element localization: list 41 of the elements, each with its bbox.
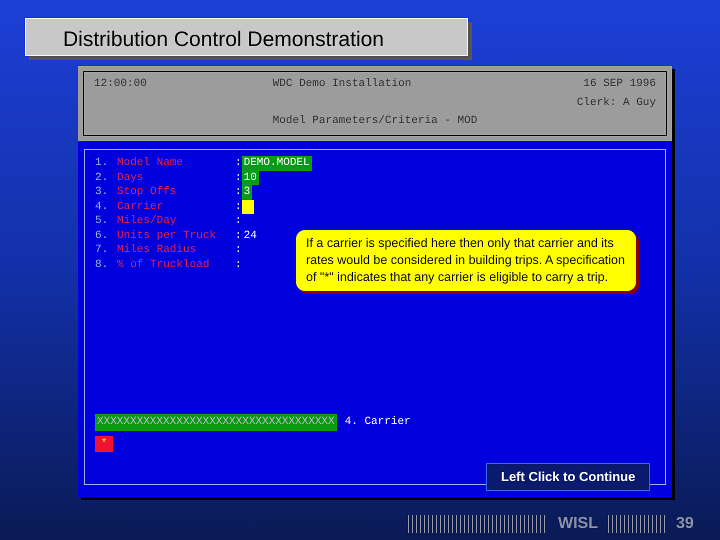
clerk-name: Clerk: A Guy [576,96,656,111]
clock-time: 12:00:00 [94,77,148,92]
input-field[interactable]: * [95,436,113,452]
text-cursor[interactable] [242,200,254,214]
field-value[interactable]: 10 [242,170,259,185]
brand-name: WISL [558,514,598,534]
field-value[interactable]: 24 [242,228,259,243]
screen-title: Model Parameters/Criteria - MOD [272,114,478,130]
field-label: Days [117,170,144,185]
field-number: 2. [95,170,110,185]
colon: : [235,214,242,228]
installation-name: WDC Demo Installation [272,77,412,92]
help-note: If a carrier is specified here then only that carrier and its rates would be considered in building trips. A specification of "*" indicates that any carrier is eligible to carry a trip. [296,230,636,291]
colon: : [235,243,242,258]
field-number: 1. [95,156,110,170]
page-number: 39 [676,514,694,534]
field-label: % of Truckload [117,258,210,272]
field-label: Model Name [117,156,184,170]
colon: : [235,228,242,243]
field-label: Stop Offs [117,185,178,200]
colon: : [235,156,242,170]
field-number: 4. [95,200,110,214]
field-number: 5. [95,214,110,228]
field-value[interactable]: 3 [242,185,252,200]
field-number: 8. [95,258,110,272]
prompt-bar: XXXXXXXXXXXXXXXXXXXXXXXXXXXXXXXXXXXX [95,414,337,430]
colon: : [235,170,242,185]
colon: : [235,258,242,272]
field-value[interactable]: DEMO.MODEL [242,156,312,170]
colon: : [235,200,242,214]
field-number: 7. [95,243,110,258]
prompt-label: 4. Carrier [344,415,411,430]
field-number: 3. [95,185,110,200]
field-label: Units per Truck [117,228,218,243]
colon: : [235,185,242,200]
field-number: 6. [95,228,110,243]
field-label: Miles/Day [117,214,178,228]
date: 16 SEP 1996 [582,77,656,92]
field-label: Carrier [117,200,164,214]
field-label: Miles Radius [117,243,198,258]
continue-button[interactable]: Left Click to Continue [486,463,650,490]
